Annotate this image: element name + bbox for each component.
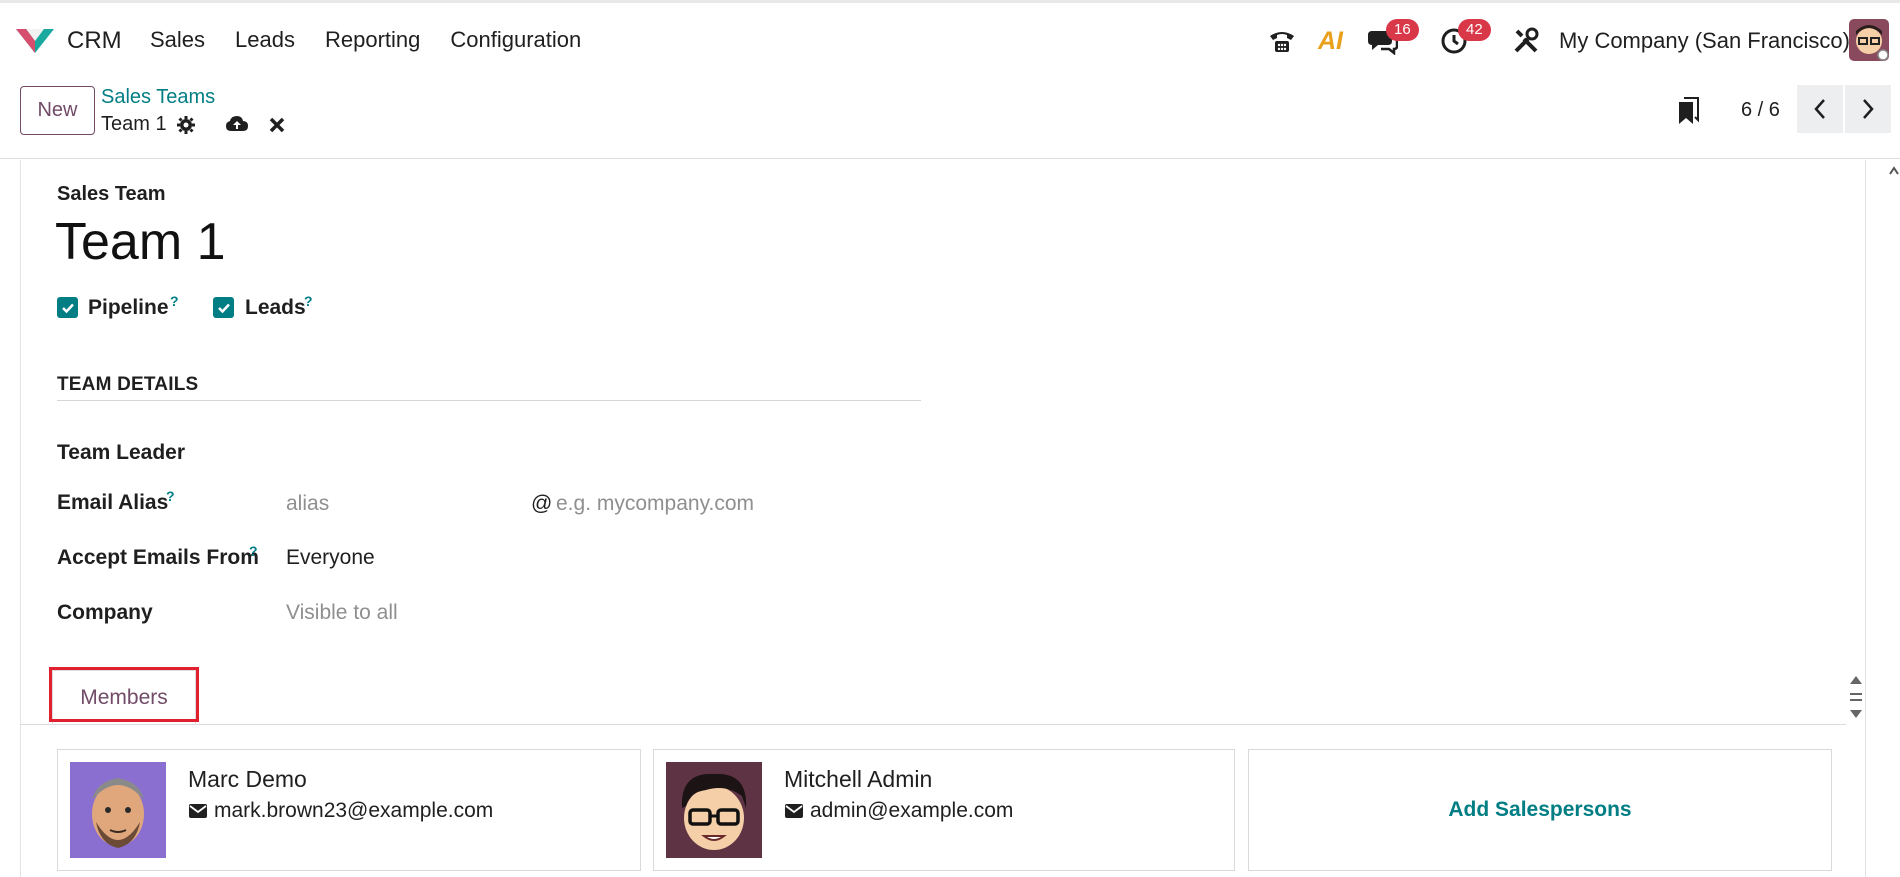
user-avatar[interactable] — [1849, 19, 1889, 61]
alias-at-sign: @ — [531, 492, 553, 515]
debug-tools-icon[interactable] — [1512, 21, 1540, 61]
envelope-icon — [189, 804, 207, 818]
gear-icon[interactable] — [176, 115, 196, 140]
scrollbar[interactable] — [1888, 160, 1900, 877]
menu-sales[interactable]: Sales — [150, 27, 205, 53]
company-switcher[interactable]: My Company (San Francisco) — [1559, 28, 1850, 54]
discard-icon[interactable] — [268, 116, 286, 139]
team-name-field[interactable]: Team 1 — [55, 212, 226, 272]
bookmark-icon[interactable] — [1677, 97, 1699, 130]
member-email: admin@example.com — [810, 799, 1014, 822]
company-label: Company — [57, 601, 153, 624]
member-name: Mitchell Admin — [784, 766, 933, 792]
section-divider — [57, 400, 921, 401]
messages-icon[interactable]: 16 — [1366, 19, 1419, 61]
leads-checkbox[interactable] — [213, 297, 234, 318]
pipeline-checkbox[interactable] — [57, 297, 78, 318]
menu-leads[interactable]: Leads — [235, 27, 295, 53]
member-email-row: mark.brown23@example.com — [188, 799, 493, 823]
company-field[interactable]: Visible to all — [286, 601, 398, 625]
tab-bar — [20, 724, 1846, 725]
team-leader-field[interactable] — [286, 441, 846, 467]
pager-previous-button[interactable] — [1797, 85, 1843, 133]
add-salespersons-card[interactable]: Add Salespersons — [1248, 749, 1832, 871]
highlight-box — [49, 667, 199, 722]
alias-domain-input[interactable]: e.g. mycompany.com — [556, 492, 754, 516]
member-avatar — [70, 762, 166, 858]
messages-badge: 16 — [1386, 19, 1419, 41]
email-alias-help-icon[interactable]: ? — [166, 488, 175, 504]
team-leader-label: Team Leader — [57, 441, 185, 464]
save-cloud-icon[interactable] — [225, 114, 249, 139]
breadcrumb-current: Team 1 — [101, 113, 167, 135]
crm-logo-icon[interactable] — [14, 25, 56, 55]
top-navbar: CRM Sales Leads Reporting Configuration … — [0, 0, 1900, 77]
menu-reporting[interactable]: Reporting — [325, 27, 420, 53]
ai-icon[interactable]: AI — [1318, 21, 1343, 61]
pipeline-help-icon[interactable]: ? — [170, 293, 179, 309]
sales-team-label: Sales Team — [57, 183, 166, 205]
member-email-row: admin@example.com — [784, 799, 1013, 823]
leads-label[interactable]: Leads — [245, 296, 306, 320]
main-menu: Sales Leads Reporting Configuration — [150, 27, 611, 53]
accept-emails-label: Accept Emails From — [57, 546, 259, 569]
app-name[interactable]: CRM — [67, 27, 122, 55]
team-details-heading: TEAM DETAILS — [57, 374, 199, 395]
new-button[interactable]: New — [20, 86, 95, 135]
accept-emails-select[interactable]: Everyone — [286, 546, 375, 570]
leads-help-icon[interactable]: ? — [304, 293, 313, 309]
ai-label: AI — [1318, 26, 1343, 55]
member-avatar — [666, 762, 762, 858]
activities-icon[interactable]: 42 — [1440, 19, 1491, 61]
pager-value[interactable]: 6 / 6 — [1741, 99, 1780, 122]
tab-scroll-arrows-icon[interactable] — [1846, 672, 1866, 722]
alias-input[interactable]: alias — [286, 492, 526, 516]
add-salespersons-button[interactable]: Add Salespersons — [1249, 750, 1831, 870]
activities-badge: 42 — [1458, 19, 1491, 41]
member-name: Marc Demo — [188, 766, 307, 792]
pager-next-button[interactable] — [1845, 85, 1891, 133]
pipeline-label[interactable]: Pipeline — [88, 296, 169, 320]
accept-emails-help-icon[interactable]: ? — [249, 543, 258, 559]
phone-icon[interactable] — [1267, 21, 1297, 61]
breadcrumb-sales-teams[interactable]: Sales Teams — [101, 86, 215, 109]
member-card[interactable]: Mitchell Admin admin@example.com — [653, 749, 1235, 871]
menu-configuration[interactable]: Configuration — [450, 27, 581, 53]
control-panel: New Sales Teams Team 1 6 / 6 — [0, 77, 1900, 159]
email-alias-label: Email Alias — [57, 491, 169, 514]
member-card[interactable]: Marc Demo mark.brown23@example.com — [57, 749, 641, 871]
member-email: mark.brown23@example.com — [214, 799, 494, 822]
envelope-icon — [785, 804, 803, 818]
